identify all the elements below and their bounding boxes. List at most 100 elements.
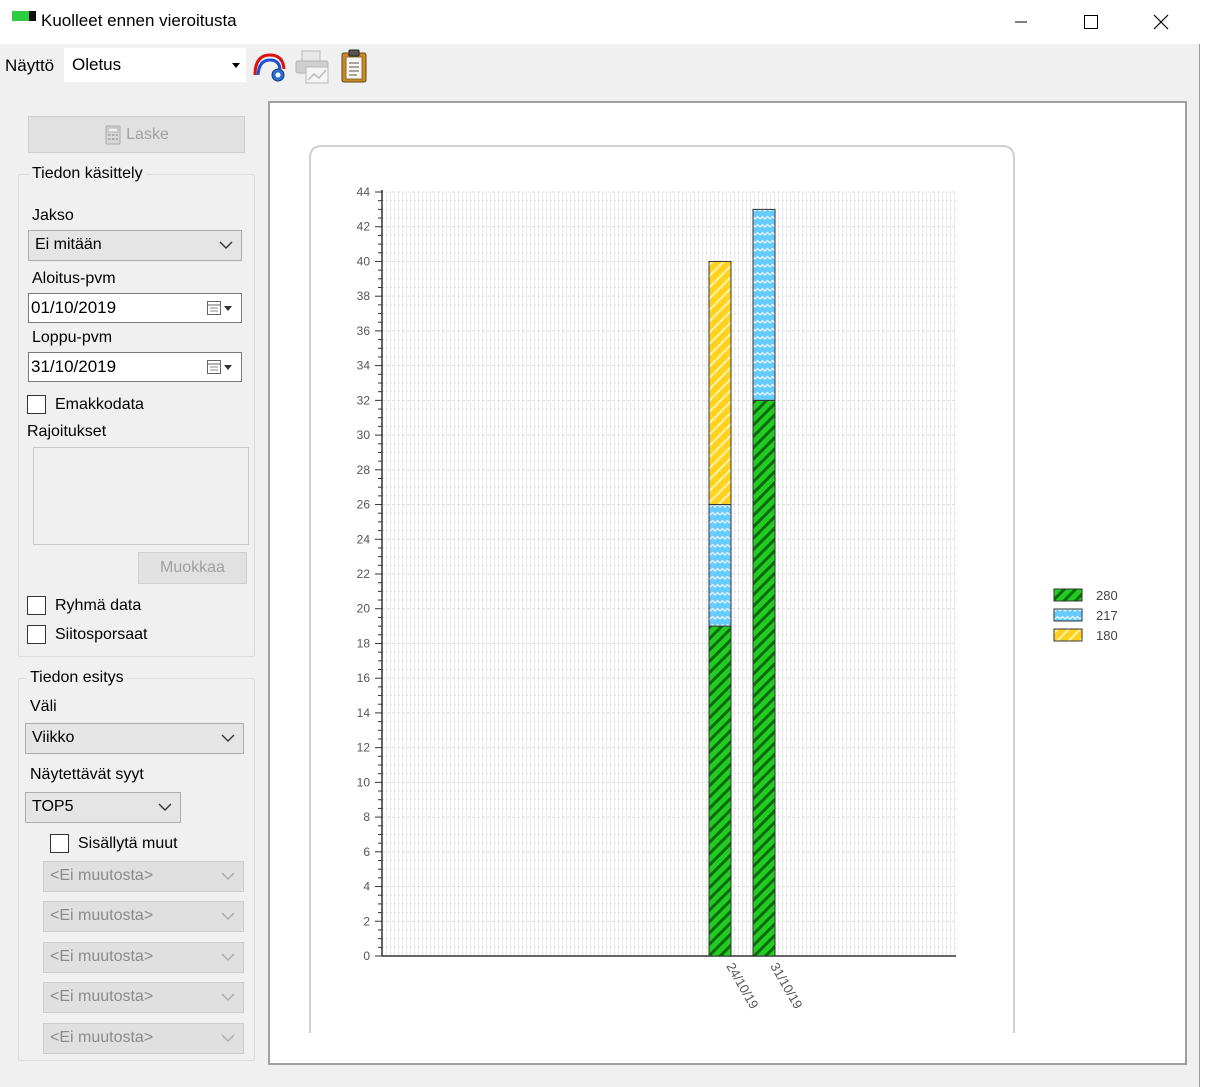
cause-select-2[interactable]: <Ei muutosta> [43, 901, 244, 932]
interval-select[interactable]: Viikko [25, 723, 244, 754]
y-tick-label: 32 [357, 393, 371, 407]
cause-select-value: <Ei muutosta> [50, 948, 154, 965]
close-icon [1153, 14, 1169, 30]
minimize-icon [1015, 21, 1027, 23]
close-button[interactable] [1138, 0, 1184, 44]
bar-segment-217 [752, 208, 776, 401]
sow-data-label: Emakkodata [55, 396, 144, 413]
cause-select-1[interactable]: <Ei muutosta> [43, 861, 244, 892]
calculate-button[interactable]: Laske [28, 116, 245, 153]
include-others-label: Sisällytä muut [78, 835, 178, 852]
start-date-label: Aloitus-pvm [32, 270, 116, 287]
cause-select-3[interactable]: <Ei muutosta> [43, 942, 244, 973]
y-tick-label: 6 [363, 845, 370, 859]
calculate-button-label: Laske [126, 125, 169, 143]
app-icon [12, 11, 36, 21]
cause-select-4[interactable]: <Ei muutosta> [43, 982, 244, 1013]
calendar-dropdown-icon [207, 360, 232, 374]
minimize-button[interactable] [998, 0, 1044, 44]
y-tick-label: 28 [357, 463, 371, 477]
interval-label: Väli [30, 698, 57, 715]
edit-button-label: Muokkaa [160, 559, 225, 576]
y-tick-label: 36 [357, 324, 371, 338]
chart-settings-icon [253, 53, 286, 82]
y-tick-label: 12 [357, 741, 371, 755]
maximize-button[interactable] [1068, 0, 1114, 44]
sow-data-checkbox[interactable] [27, 395, 46, 414]
y-tick-label: 4 [363, 880, 370, 894]
end-date-value: 31/10/2019 [31, 357, 117, 376]
window-title: Kuolleet ennen vieroitusta [41, 11, 237, 30]
causes-label: Näytettävät syyt [30, 766, 144, 783]
causes-select[interactable]: TOP5 [25, 792, 181, 823]
period-select[interactable]: Ei mitään [28, 230, 242, 261]
maximize-icon [1084, 15, 1098, 29]
chevron-down-icon [219, 241, 233, 249]
chevron-down-icon [221, 872, 235, 880]
legend-label: 217 [1096, 608, 1118, 623]
group-data-checkbox[interactable] [27, 596, 46, 615]
chevron-down-icon [221, 734, 235, 742]
y-tick-label: 0 [363, 949, 370, 963]
y-tick-label: 22 [357, 567, 371, 581]
cause-select-value: <Ei muutosta> [50, 988, 154, 1005]
interval-select-value: Viikko [32, 729, 75, 746]
y-tick-label: 26 [357, 498, 371, 512]
y-tick-label: 30 [357, 428, 371, 442]
breeding-piglets-checkbox[interactable] [27, 625, 46, 644]
calendar-dropdown-icon [207, 301, 232, 315]
y-tick-label: 42 [357, 220, 371, 234]
dropdown-arrow-icon [232, 63, 240, 68]
y-tick-label: 40 [357, 254, 371, 268]
bar-segment-180 [708, 260, 732, 506]
print-chart-button[interactable] [294, 47, 330, 85]
view-label: Näyttö [5, 56, 55, 75]
restrictions-list[interactable] [33, 447, 249, 545]
chevron-down-icon [158, 803, 172, 811]
legend-swatch-180 [1053, 628, 1083, 642]
start-date-picker[interactable]: 01/10/2019 [28, 293, 242, 323]
y-tick-label: 10 [357, 775, 371, 789]
legend-swatch-280 [1053, 588, 1083, 602]
end-date-picker[interactable]: 31/10/2019 [28, 352, 242, 382]
group-data-label: Ryhmä data [55, 597, 142, 614]
bar-segment-280 [752, 399, 776, 957]
chevron-down-icon [221, 912, 235, 920]
copy-clipboard-button[interactable] [337, 47, 373, 85]
y-tick-label: 38 [357, 289, 371, 303]
cause-select-value: <Ei muutosta> [50, 907, 154, 924]
view-select-value: Oletus [72, 55, 122, 74]
y-tick-label: 24 [357, 532, 371, 546]
edit-restrictions-button[interactable]: Muokkaa [138, 552, 247, 584]
y-tick-label: 2 [363, 914, 370, 928]
y-tick-label: 20 [357, 602, 371, 616]
restrictions-label: Rajoitukset [27, 423, 107, 440]
chart-panel: 0 2 4 6 8 10 12 14 16 18 20 22 24 26 28 30 32 34 36 38 40 42 4… [268, 101, 1187, 1065]
chevron-down-icon [221, 1034, 235, 1042]
print-chart-icon [295, 50, 329, 84]
cause-select-value: <Ei muutosta> [50, 867, 154, 884]
bar-segment-280 [708, 625, 732, 957]
calculator-icon [105, 125, 121, 144]
y-tick-label: 44 [357, 185, 371, 199]
bar-segment-217 [708, 504, 732, 627]
y-tick-label: 16 [357, 671, 371, 685]
period-label: Jakso [32, 207, 74, 224]
app-window: Kuolleet ennen vieroitusta Näyttö Oletus [0, 0, 1200, 1087]
cause-select-value: <Ei muutosta> [50, 1029, 154, 1046]
y-tick-label: 8 [363, 810, 370, 824]
title-bar: Kuolleet ennen vieroitusta [0, 0, 1200, 44]
y-tick-label: 18 [357, 636, 371, 650]
chevron-down-icon [221, 993, 235, 1001]
y-tick-label: 14 [357, 706, 371, 720]
include-others-checkbox[interactable] [50, 834, 69, 853]
data-processing-title: Tiedon käsittely [29, 165, 146, 183]
view-select[interactable]: Oletus [64, 48, 246, 82]
data-display-title: Tiedon esitys [27, 669, 127, 687]
chevron-down-icon [221, 953, 235, 961]
stacked-bar-chart: 0246810121416182022242628303234363840424… [309, 145, 1118, 1033]
legend-label: 280 [1096, 588, 1118, 603]
causes-select-value: TOP5 [32, 798, 74, 815]
cause-select-5[interactable]: <Ei muutosta> [43, 1023, 244, 1054]
chart-settings-button[interactable] [252, 47, 288, 85]
